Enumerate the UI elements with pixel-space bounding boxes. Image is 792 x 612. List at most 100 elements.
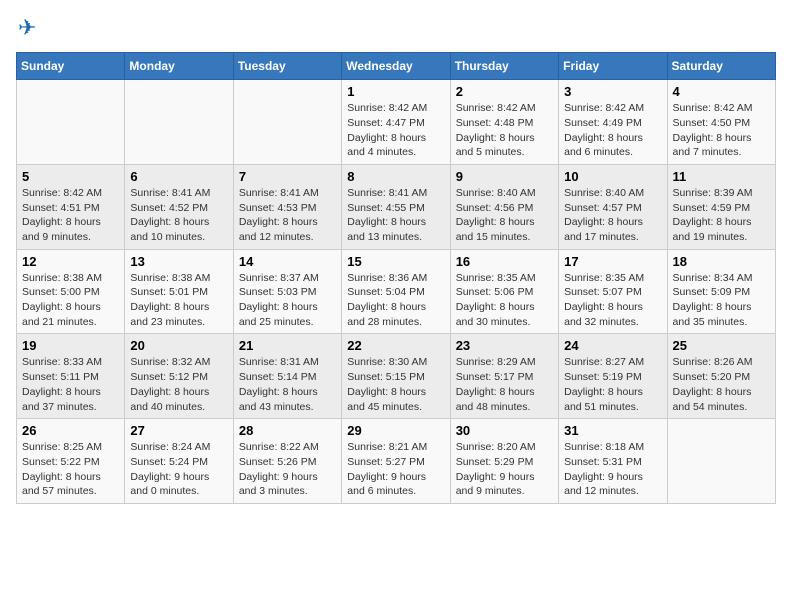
day-number: 9 bbox=[456, 169, 553, 184]
calendar-cell bbox=[233, 80, 341, 165]
day-number: 26 bbox=[22, 423, 119, 438]
day-number: 24 bbox=[564, 338, 661, 353]
calendar-cell: 23Sunrise: 8:29 AMSunset: 5:17 PMDayligh… bbox=[450, 334, 558, 419]
day-info: Sunrise: 8:41 AMSunset: 4:55 PMDaylight:… bbox=[347, 186, 444, 245]
day-info: Sunrise: 8:20 AMSunset: 5:29 PMDaylight:… bbox=[456, 440, 553, 499]
calendar-cell: 20 Sunrise: 8:32 AMSunset: 5:12 PMDayligh… bbox=[125, 334, 233, 419]
day-info: Sunrise: 8:39 AMSunset: 4:59 PMDaylight:… bbox=[673, 186, 770, 245]
calendar-cell bbox=[667, 419, 775, 504]
calendar-cell: 19 Sunrise: 8:33 AMSunset: 5:11 PMDayligh… bbox=[17, 334, 125, 419]
day-number: 18 bbox=[673, 254, 770, 269]
calendar-week-row: 26Sunrise: 8:25 AMSunset: 5:22 PMDayligh… bbox=[17, 419, 776, 504]
calendar-cell: 3 Sunrise: 8:42 AMSunset: 4:49 PMDaylight… bbox=[559, 80, 667, 165]
calendar-cell: 22 Sunrise: 8:30 AMSunset: 5:15 PMDayligh… bbox=[342, 334, 450, 419]
logo: ✈ bbox=[16, 16, 36, 40]
calendar-cell: 28Sunrise: 8:22 AMSunset: 5:26 PMDayligh… bbox=[233, 419, 341, 504]
calendar-cell: 9 Sunrise: 8:40 AMSunset: 4:56 PMDaylight… bbox=[450, 164, 558, 249]
day-info: Sunrise: 8:42 AMSunset: 4:50 PMDaylight:… bbox=[673, 101, 770, 160]
day-info: Sunrise: 8:34 AMSunset: 5:09 PMDaylight:… bbox=[673, 271, 770, 330]
day-number: 6 bbox=[130, 169, 227, 184]
day-info: Sunrise: 8:30 AMSunset: 5:15 PMDaylight:… bbox=[347, 355, 444, 414]
day-number: 15 bbox=[347, 254, 444, 269]
calendar-header-friday: Friday bbox=[559, 53, 667, 80]
day-number: 19 bbox=[22, 338, 119, 353]
day-info: Sunrise: 8:32 AMSunset: 5:12 PMDaylight:… bbox=[130, 355, 227, 414]
day-info: Sunrise: 8:35 AMSunset: 5:06 PMDaylight:… bbox=[456, 271, 553, 330]
day-info: Sunrise: 8:21 AMSunset: 5:27 PMDaylight:… bbox=[347, 440, 444, 499]
calendar-cell: 2 Sunrise: 8:42 AMSunset: 4:48 PMDaylight… bbox=[450, 80, 558, 165]
calendar-cell bbox=[125, 80, 233, 165]
day-info: Sunrise: 8:41 AMSunset: 4:53 PMDaylight:… bbox=[239, 186, 336, 245]
calendar-header-monday: Monday bbox=[125, 53, 233, 80]
calendar-cell: 17 Sunrise: 8:35 AMSunset: 5:07 PMDayligh… bbox=[559, 249, 667, 334]
day-number: 11 bbox=[673, 169, 770, 184]
day-info: Sunrise: 8:42 AMSunset: 4:51 PMDaylight:… bbox=[22, 186, 119, 245]
calendar-cell: 13 Sunrise: 8:38 AMSunset: 5:01 PMDayligh… bbox=[125, 249, 233, 334]
calendar-table: SundayMondayTuesdayWednesdayThursdayFrid… bbox=[16, 52, 776, 504]
day-number: 2 bbox=[456, 84, 553, 99]
calendar-header-row: SundayMondayTuesdayWednesdayThursdayFrid… bbox=[17, 53, 776, 80]
day-info: Sunrise: 8:42 AMSunset: 4:47 PMDaylight:… bbox=[347, 101, 444, 160]
calendar-cell: 11 Sunrise: 8:39 AMSunset: 4:59 PMDayligh… bbox=[667, 164, 775, 249]
calendar-cell: 4 Sunrise: 8:42 AMSunset: 4:50 PMDaylight… bbox=[667, 80, 775, 165]
day-number: 12 bbox=[22, 254, 119, 269]
day-number: 31 bbox=[564, 423, 661, 438]
day-number: 29 bbox=[347, 423, 444, 438]
day-number: 4 bbox=[673, 84, 770, 99]
day-info: Sunrise: 8:42 AMSunset: 4:49 PMDaylight:… bbox=[564, 101, 661, 160]
calendar-cell: 16Sunrise: 8:35 AMSunset: 5:06 PMDayligh… bbox=[450, 249, 558, 334]
day-info: Sunrise: 8:40 AMSunset: 4:57 PMDaylight:… bbox=[564, 186, 661, 245]
calendar-header-saturday: Saturday bbox=[667, 53, 775, 80]
calendar-cell: 15Sunrise: 8:36 AMSunset: 5:04 PMDayligh… bbox=[342, 249, 450, 334]
day-number: 1 bbox=[347, 84, 444, 99]
day-info: Sunrise: 8:27 AMSunset: 5:19 PMDaylight:… bbox=[564, 355, 661, 414]
calendar-week-row: 1 Sunrise: 8:42 AMSunset: 4:47 PMDaylight… bbox=[17, 80, 776, 165]
day-info: Sunrise: 8:18 AMSunset: 5:31 PMDaylight:… bbox=[564, 440, 661, 499]
calendar-cell: 14 Sunrise: 8:37 AMSunset: 5:03 PMDayligh… bbox=[233, 249, 341, 334]
day-info: Sunrise: 8:38 AMSunset: 5:00 PMDaylight:… bbox=[22, 271, 119, 330]
calendar-cell: 24 Sunrise: 8:27 AMSunset: 5:19 PMDayligh… bbox=[559, 334, 667, 419]
day-number: 3 bbox=[564, 84, 661, 99]
calendar-cell: 30 Sunrise: 8:20 AMSunset: 5:29 PMDayligh… bbox=[450, 419, 558, 504]
day-number: 7 bbox=[239, 169, 336, 184]
calendar-cell: 27Sunrise: 8:24 AMSunset: 5:24 PMDayligh… bbox=[125, 419, 233, 504]
calendar-cell: 29 Sunrise: 8:21 AMSunset: 5:27 PMDayligh… bbox=[342, 419, 450, 504]
day-info: Sunrise: 8:42 AMSunset: 4:48 PMDaylight:… bbox=[456, 101, 553, 160]
calendar-cell: 12 Sunrise: 8:38 AMSunset: 5:00 PMDayligh… bbox=[17, 249, 125, 334]
day-info: Sunrise: 8:35 AMSunset: 5:07 PMDaylight:… bbox=[564, 271, 661, 330]
day-number: 5 bbox=[22, 169, 119, 184]
calendar-header-thursday: Thursday bbox=[450, 53, 558, 80]
calendar-cell: 31 Sunrise: 8:18 AMSunset: 5:31 PMDayligh… bbox=[559, 419, 667, 504]
day-number: 30 bbox=[456, 423, 553, 438]
calendar-cell: 1 Sunrise: 8:42 AMSunset: 4:47 PMDaylight… bbox=[342, 80, 450, 165]
day-number: 14 bbox=[239, 254, 336, 269]
calendar-cell: 5 Sunrise: 8:42 AMSunset: 4:51 PMDaylight… bbox=[17, 164, 125, 249]
page-header: ✈ bbox=[16, 16, 776, 40]
day-number: 13 bbox=[130, 254, 227, 269]
day-number: 10 bbox=[564, 169, 661, 184]
day-info: Sunrise: 8:40 AMSunset: 4:56 PMDaylight:… bbox=[456, 186, 553, 245]
calendar-cell: 25Sunrise: 8:26 AMSunset: 5:20 PMDayligh… bbox=[667, 334, 775, 419]
day-number: 28 bbox=[239, 423, 336, 438]
day-info: Sunrise: 8:38 AMSunset: 5:01 PMDaylight:… bbox=[130, 271, 227, 330]
calendar-cell: 8 Sunrise: 8:41 AMSunset: 4:55 PMDaylight… bbox=[342, 164, 450, 249]
calendar-cell: 18 Sunrise: 8:34 AMSunset: 5:09 PMDayligh… bbox=[667, 249, 775, 334]
day-number: 21 bbox=[239, 338, 336, 353]
calendar-header-sunday: Sunday bbox=[17, 53, 125, 80]
day-number: 17 bbox=[564, 254, 661, 269]
calendar-cell: 26Sunrise: 8:25 AMSunset: 5:22 PMDayligh… bbox=[17, 419, 125, 504]
day-info: Sunrise: 8:31 AMSunset: 5:14 PMDaylight:… bbox=[239, 355, 336, 414]
day-number: 20 bbox=[130, 338, 227, 353]
calendar-header-wednesday: Wednesday bbox=[342, 53, 450, 80]
calendar-cell: 21 Sunrise: 8:31 AMSunset: 5:14 PMDayligh… bbox=[233, 334, 341, 419]
day-number: 8 bbox=[347, 169, 444, 184]
calendar-cell bbox=[17, 80, 125, 165]
calendar-week-row: 19 Sunrise: 8:33 AMSunset: 5:11 PMDayligh… bbox=[17, 334, 776, 419]
day-info: Sunrise: 8:33 AMSunset: 5:11 PMDaylight:… bbox=[22, 355, 119, 414]
day-number: 22 bbox=[347, 338, 444, 353]
day-info: Sunrise: 8:37 AMSunset: 5:03 PMDaylight:… bbox=[239, 271, 336, 330]
calendar-header-tuesday: Tuesday bbox=[233, 53, 341, 80]
calendar-week-row: 5 Sunrise: 8:42 AMSunset: 4:51 PMDaylight… bbox=[17, 164, 776, 249]
day-info: Sunrise: 8:24 AMSunset: 5:24 PMDaylight:… bbox=[130, 440, 227, 499]
day-number: 23 bbox=[456, 338, 553, 353]
